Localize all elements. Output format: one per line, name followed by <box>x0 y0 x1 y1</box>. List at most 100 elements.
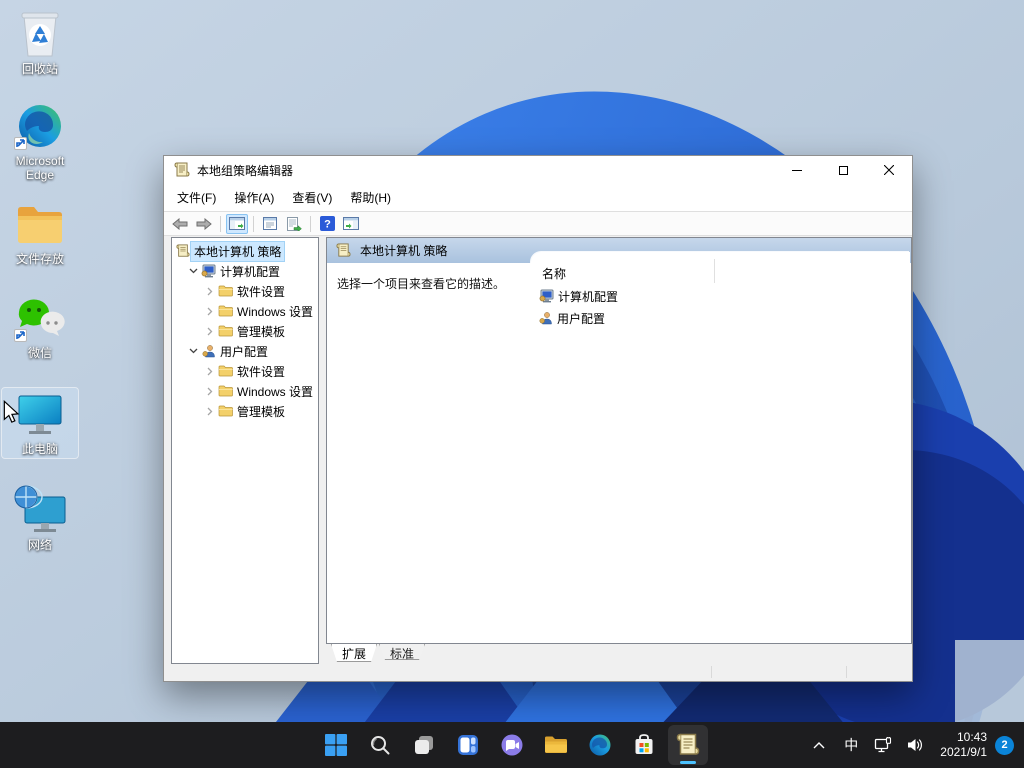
tab-extended[interactable]: 扩展 <box>331 644 377 662</box>
folder-icon <box>2 200 78 248</box>
list-item-label: 计算机配置 <box>558 288 618 305</box>
tree-item-computer-config[interactable]: 计算机配置 <box>172 261 318 281</box>
action-pane-icon <box>343 217 359 230</box>
forward-arrow-icon <box>196 218 212 230</box>
tree-item-user-config[interactable]: 用户配置 <box>172 341 318 361</box>
folder-icon <box>217 325 234 337</box>
folder-icon <box>217 305 234 317</box>
folder-icon <box>217 285 234 297</box>
network-icon <box>874 737 893 754</box>
tree-item-user-admin-templates[interactable]: 管理模板 <box>172 401 318 421</box>
volume-tray-button[interactable] <box>900 725 930 765</box>
chevron-right-icon[interactable] <box>203 387 217 396</box>
title-bar[interactable]: 本地组策略编辑器 <box>164 156 912 184</box>
notification-badge[interactable]: 2 <box>995 736 1014 755</box>
column-header-name[interactable]: 名称 <box>542 265 566 282</box>
chevron-down-icon[interactable] <box>186 348 200 354</box>
group-policy-editor-window: 本地组策略编辑器 文件(F) 操作(A) 查看(V) 帮助(H) <box>163 155 913 682</box>
network-tray-button[interactable] <box>868 725 898 765</box>
desktop: 回收站 Microsoft Edge <box>0 0 1024 768</box>
task-view-icon <box>412 733 436 757</box>
tree-item-user-windows-settings[interactable]: Windows 设置 <box>172 381 318 401</box>
gpedit-scroll-icon <box>336 243 351 258</box>
list-item-computer-config[interactable]: 计算机配置 <box>539 286 618 306</box>
tree-item-user-software[interactable]: 软件设置 <box>172 361 318 381</box>
desktop-icon-network[interactable]: 网络 <box>2 486 78 552</box>
chevron-right-icon[interactable] <box>203 307 217 316</box>
tree-item-label: Windows 设置 <box>234 302 316 321</box>
chevron-right-icon[interactable] <box>203 287 217 296</box>
tab-standard[interactable]: 标准 <box>379 644 425 660</box>
view-tab-strip: 扩展 标准 <box>319 644 912 664</box>
tree-item-computer-admin-templates[interactable]: 管理模板 <box>172 321 318 341</box>
tree-item-computer-windows-settings[interactable]: Windows 设置 <box>172 301 318 321</box>
desktop-icon-file-storage[interactable]: 文件存放 <box>2 200 78 266</box>
recycle-bin-icon <box>2 10 78 58</box>
chevron-down-icon[interactable] <box>186 268 200 274</box>
ime-indicator[interactable]: 中 <box>836 725 866 765</box>
tree-item-label: 软件设置 <box>234 362 288 381</box>
gpedit-scroll-icon <box>174 162 190 178</box>
chevron-right-icon[interactable] <box>203 327 217 336</box>
show-action-pane-button[interactable] <box>340 214 362 234</box>
edge-icon <box>2 102 78 150</box>
tray-clock[interactable]: 10:43 2021/9/1 <box>932 730 993 760</box>
chat-button[interactable] <box>492 725 532 765</box>
tree-item-computer-software[interactable]: 软件设置 <box>172 281 318 301</box>
menu-help[interactable]: 帮助(H) <box>341 185 400 210</box>
menu-view[interactable]: 查看(V) <box>283 185 341 210</box>
show-console-tree-button[interactable] <box>226 214 248 234</box>
items-list-pane: 名称 计算机配置 用户配置 <box>531 252 910 642</box>
tree-item-label: 管理模板 <box>234 322 288 341</box>
maximize-button[interactable] <box>820 156 866 184</box>
desktop-icon-label: 回收站 <box>2 62 78 76</box>
export-list-button[interactable] <box>283 214 305 234</box>
taskbar-gpedit-button[interactable] <box>668 725 708 765</box>
status-bar <box>167 664 911 680</box>
task-view-button[interactable] <box>404 725 444 765</box>
edge-button[interactable] <box>580 725 620 765</box>
help-button[interactable]: ? <box>316 214 338 234</box>
toolbar-separator <box>220 216 221 232</box>
user-config-icon <box>539 311 553 325</box>
desktop-icon-recycle-bin[interactable]: 回收站 <box>2 10 78 76</box>
toolbar: ? <box>164 211 912 236</box>
tray-chevron-up-button[interactable] <box>804 725 834 765</box>
chevron-right-icon[interactable] <box>203 407 217 416</box>
desktop-icon-edge[interactable]: Microsoft Edge <box>2 102 78 182</box>
store-button[interactable] <box>624 725 664 765</box>
desktop-icon-label: 网络 <box>2 538 78 552</box>
list-item-user-config[interactable]: 用户配置 <box>539 308 605 328</box>
menu-file[interactable]: 文件(F) <box>168 185 225 210</box>
shortcut-arrow-icon <box>14 137 27 150</box>
properties-button[interactable] <box>259 214 281 234</box>
edge-icon <box>588 733 612 757</box>
search-button[interactable] <box>360 725 400 765</box>
tree-item-label: 管理模板 <box>234 402 288 421</box>
network-icon <box>2 486 78 534</box>
desktop-icon-label: Microsoft Edge <box>2 154 78 182</box>
console-tree-panel: 本地计算机 策略 计算机配置 软件设置 <box>171 237 319 664</box>
start-button[interactable] <box>316 725 356 765</box>
minimize-button[interactable] <box>774 156 820 184</box>
toolbar-separator <box>253 216 254 232</box>
taskbar-tray: 中 10:43 2021/9/1 2 <box>804 725 1018 765</box>
computer-config-icon <box>200 264 217 278</box>
forward-button[interactable] <box>193 214 215 234</box>
node-header-title: 本地计算机 策略 <box>360 242 447 259</box>
tree-item-label: 用户配置 <box>217 342 271 361</box>
close-button[interactable] <box>866 156 912 184</box>
window-title: 本地组策略编辑器 <box>197 162 293 179</box>
svg-text:?: ? <box>324 219 331 231</box>
tray-time: 10:43 <box>940 730 987 745</box>
file-explorer-button[interactable] <box>536 725 576 765</box>
taskbar-center-icons <box>316 725 708 765</box>
tree-item-root[interactable]: 本地计算机 策略 <box>172 241 318 261</box>
desktop-icon-wechat[interactable]: 微信 <box>2 294 78 360</box>
widgets-button[interactable] <box>448 725 488 765</box>
column-divider[interactable] <box>714 259 715 283</box>
chevron-right-icon[interactable] <box>203 367 217 376</box>
windows-start-icon <box>324 733 348 757</box>
menu-action[interactable]: 操作(A) <box>225 185 283 210</box>
back-button[interactable] <box>169 214 191 234</box>
